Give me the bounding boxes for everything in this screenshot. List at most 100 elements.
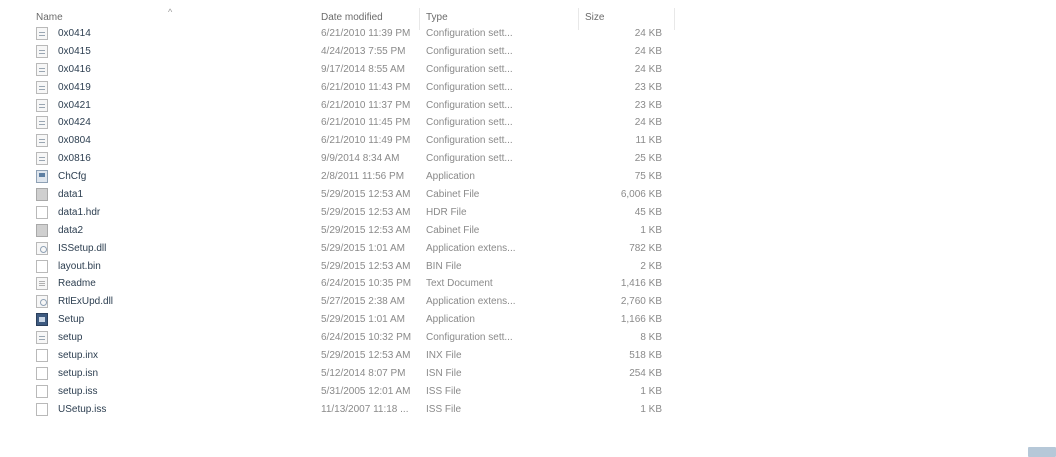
file-name[interactable]: layout.bin: [58, 261, 101, 272]
file-name[interactable]: 0x0816: [58, 153, 91, 164]
file-type: Configuration sett...: [426, 135, 513, 147]
file-size: 24 KB: [634, 117, 662, 129]
file-row[interactable]: 0x0424 6/21/2010 11:45 PM Configuration se…: [0, 114, 680, 132]
file-name[interactable]: setup: [58, 332, 82, 343]
file-row[interactable]: ISSetup.dll 5/29/2015 1:01 AM Application …: [0, 240, 680, 258]
file-date-modified: 6/24/2015 10:32 PM: [321, 332, 412, 344]
file-name[interactable]: 0x0414: [58, 28, 91, 39]
file-date-modified: 5/29/2015 12:53 AM: [321, 206, 411, 218]
file-name[interactable]: 0x0421: [58, 100, 91, 111]
file-list: 0x0414 6/21/2010 11:39 PM Configuration se…: [0, 25, 680, 419]
file-row[interactable]: setup.isn 5/12/2014 8:07 PM ISN File 254 KB: [0, 365, 680, 383]
file-name[interactable]: setup.iss: [58, 386, 97, 397]
file-type: BIN File: [426, 260, 462, 272]
file-date-modified: 6/21/2010 11:37 PM: [321, 99, 411, 111]
cfg-file-icon: [36, 116, 48, 130]
file-name[interactable]: 0x0415: [58, 46, 91, 57]
file-size: 1 KB: [640, 403, 662, 415]
file-row[interactable]: layout.bin 5/29/2015 12:53 AM BIN File 2 KB: [0, 258, 680, 276]
file-row[interactable]: RtlExUpd.dll 5/27/2015 2:38 AM Application…: [0, 293, 680, 311]
file-name[interactable]: Setup: [58, 314, 84, 325]
file-type: Application extens...: [426, 242, 516, 254]
file-row[interactable]: 0x0419 6/21/2010 11:43 PM Configuration se…: [0, 79, 680, 97]
file-date-modified: 6/21/2010 11:45 PM: [321, 117, 411, 129]
file-row[interactable]: data2 5/29/2015 12:53 AM Cabinet File 1 KB: [0, 222, 680, 240]
column-header-name[interactable]: Name: [36, 12, 63, 23]
file-date-modified: 9/17/2014 8:55 AM: [321, 63, 405, 75]
file-name[interactable]: 0x0424: [58, 117, 91, 128]
file-size: 2,760 KB: [620, 296, 662, 308]
file-name[interactable]: data1.hdr: [58, 207, 100, 218]
blank-file-icon: [36, 205, 48, 219]
file-size: 24 KB: [634, 45, 662, 57]
file-size: 1,166 KB: [620, 314, 662, 326]
file-name[interactable]: Readme: [58, 278, 96, 289]
file-name[interactable]: USetup.iss: [58, 404, 106, 415]
file-name[interactable]: 0x0416: [58, 64, 91, 75]
file-row[interactable]: 0x0804 6/21/2010 11:49 PM Configuration se…: [0, 132, 680, 150]
file-row[interactable]: setup.iss 5/31/2005 12:01 AM ISS File 1 KB: [0, 383, 680, 401]
file-name[interactable]: ISSetup.dll: [58, 243, 106, 254]
file-size: 8 KB: [640, 332, 662, 344]
file-type: ISS File: [426, 385, 462, 397]
file-name[interactable]: setup.isn: [58, 368, 98, 379]
file-row[interactable]: 0x0816 9/9/2014 8:34 AM Configuration sett…: [0, 150, 680, 168]
file-type: Configuration sett...: [426, 28, 513, 39]
file-date-modified: 5/29/2015 1:01 AM: [321, 242, 405, 254]
file-date-modified: 5/29/2015 12:53 AM: [321, 224, 411, 236]
file-row[interactable]: setup 6/24/2015 10:32 PM Configuration set…: [0, 329, 680, 347]
file-size: 24 KB: [634, 28, 662, 39]
file-date-modified: 5/31/2005 12:01 AM: [321, 385, 411, 397]
file-name[interactable]: RtlExUpd.dll: [58, 296, 113, 307]
file-row[interactable]: 0x0421 6/21/2010 11:37 PM Configuration se…: [0, 97, 680, 115]
file-row[interactable]: Readme 6/24/2015 10:35 PM Text Document 1,4…: [0, 275, 680, 293]
cfg-file-icon: [36, 134, 48, 148]
column-header-type[interactable]: Type: [426, 12, 448, 23]
file-row[interactable]: 0x0414 6/21/2010 11:39 PM Configuration se…: [0, 25, 680, 43]
cfg-file-icon: [36, 27, 48, 40]
file-type: Configuration sett...: [426, 99, 513, 111]
file-row[interactable]: data1 5/29/2015 12:53 AM Cabinet File 6,006…: [0, 186, 680, 204]
cfg-file-icon: [36, 98, 48, 112]
file-row[interactable]: 0x0415 4/24/2013 7:55 PM Configuration set…: [0, 43, 680, 61]
file-size: 782 KB: [629, 242, 662, 254]
setup-file-icon: [36, 313, 48, 327]
file-size: 6,006 KB: [620, 189, 662, 201]
file-name[interactable]: data2: [58, 225, 83, 236]
file-type: Configuration sett...: [426, 81, 513, 93]
file-row[interactable]: ChCfg 2/8/2011 11:56 PM Application 75 KB: [0, 168, 680, 186]
file-date-modified: 6/21/2010 11:43 PM: [321, 81, 411, 93]
file-size: 2 KB: [640, 260, 662, 272]
file-size: 11 KB: [635, 135, 663, 147]
file-date-modified: 5/29/2015 1:01 AM: [321, 314, 405, 326]
file-row[interactable]: Setup 5/29/2015 1:01 AM Application 1,166 K…: [0, 311, 680, 329]
file-name[interactable]: 0x0419: [58, 82, 91, 93]
cfg-file-icon: [36, 44, 48, 58]
file-name[interactable]: 0x0804: [58, 135, 91, 146]
blank-file-icon: [36, 349, 48, 363]
cfg-file-icon: [36, 80, 48, 94]
file-type: Text Document: [426, 278, 493, 290]
cfg-file-icon: [36, 62, 48, 76]
blank-file-icon: [36, 366, 48, 380]
sort-ascending-icon: ^: [168, 7, 173, 17]
file-name[interactable]: setup.inx: [58, 350, 98, 361]
view-toggle-icon[interactable]: [1028, 447, 1056, 457]
file-date-modified: 11/13/2007 11:18 ...: [321, 403, 409, 415]
file-size: 518 KB: [629, 350, 662, 362]
file-row[interactable]: data1.hdr 5/29/2015 12:53 AM HDR File 45 KB: [0, 204, 680, 222]
file-type: Configuration sett...: [426, 153, 513, 165]
file-row[interactable]: setup.inx 5/29/2015 12:53 AM INX File 518 K…: [0, 347, 680, 365]
column-header-date-modified[interactable]: Date modified: [321, 12, 383, 23]
file-size: 24 KB: [634, 63, 662, 75]
file-row[interactable]: 0x0416 9/17/2014 8:55 AM Configuration set…: [0, 61, 680, 79]
cfg-file-icon: [36, 331, 48, 345]
file-row[interactable]: USetup.iss 11/13/2007 11:18 ... ISS File 1 …: [0, 401, 680, 419]
file-name[interactable]: ChCfg: [58, 171, 86, 182]
file-type: Cabinet File: [426, 224, 480, 236]
column-header-size[interactable]: Size: [585, 12, 604, 23]
dll-file-icon: [36, 241, 48, 255]
file-date-modified: 6/21/2010 11:49 PM: [321, 135, 411, 147]
file-name[interactable]: data1: [58, 189, 83, 200]
file-size: 1,416 KB: [620, 278, 662, 290]
